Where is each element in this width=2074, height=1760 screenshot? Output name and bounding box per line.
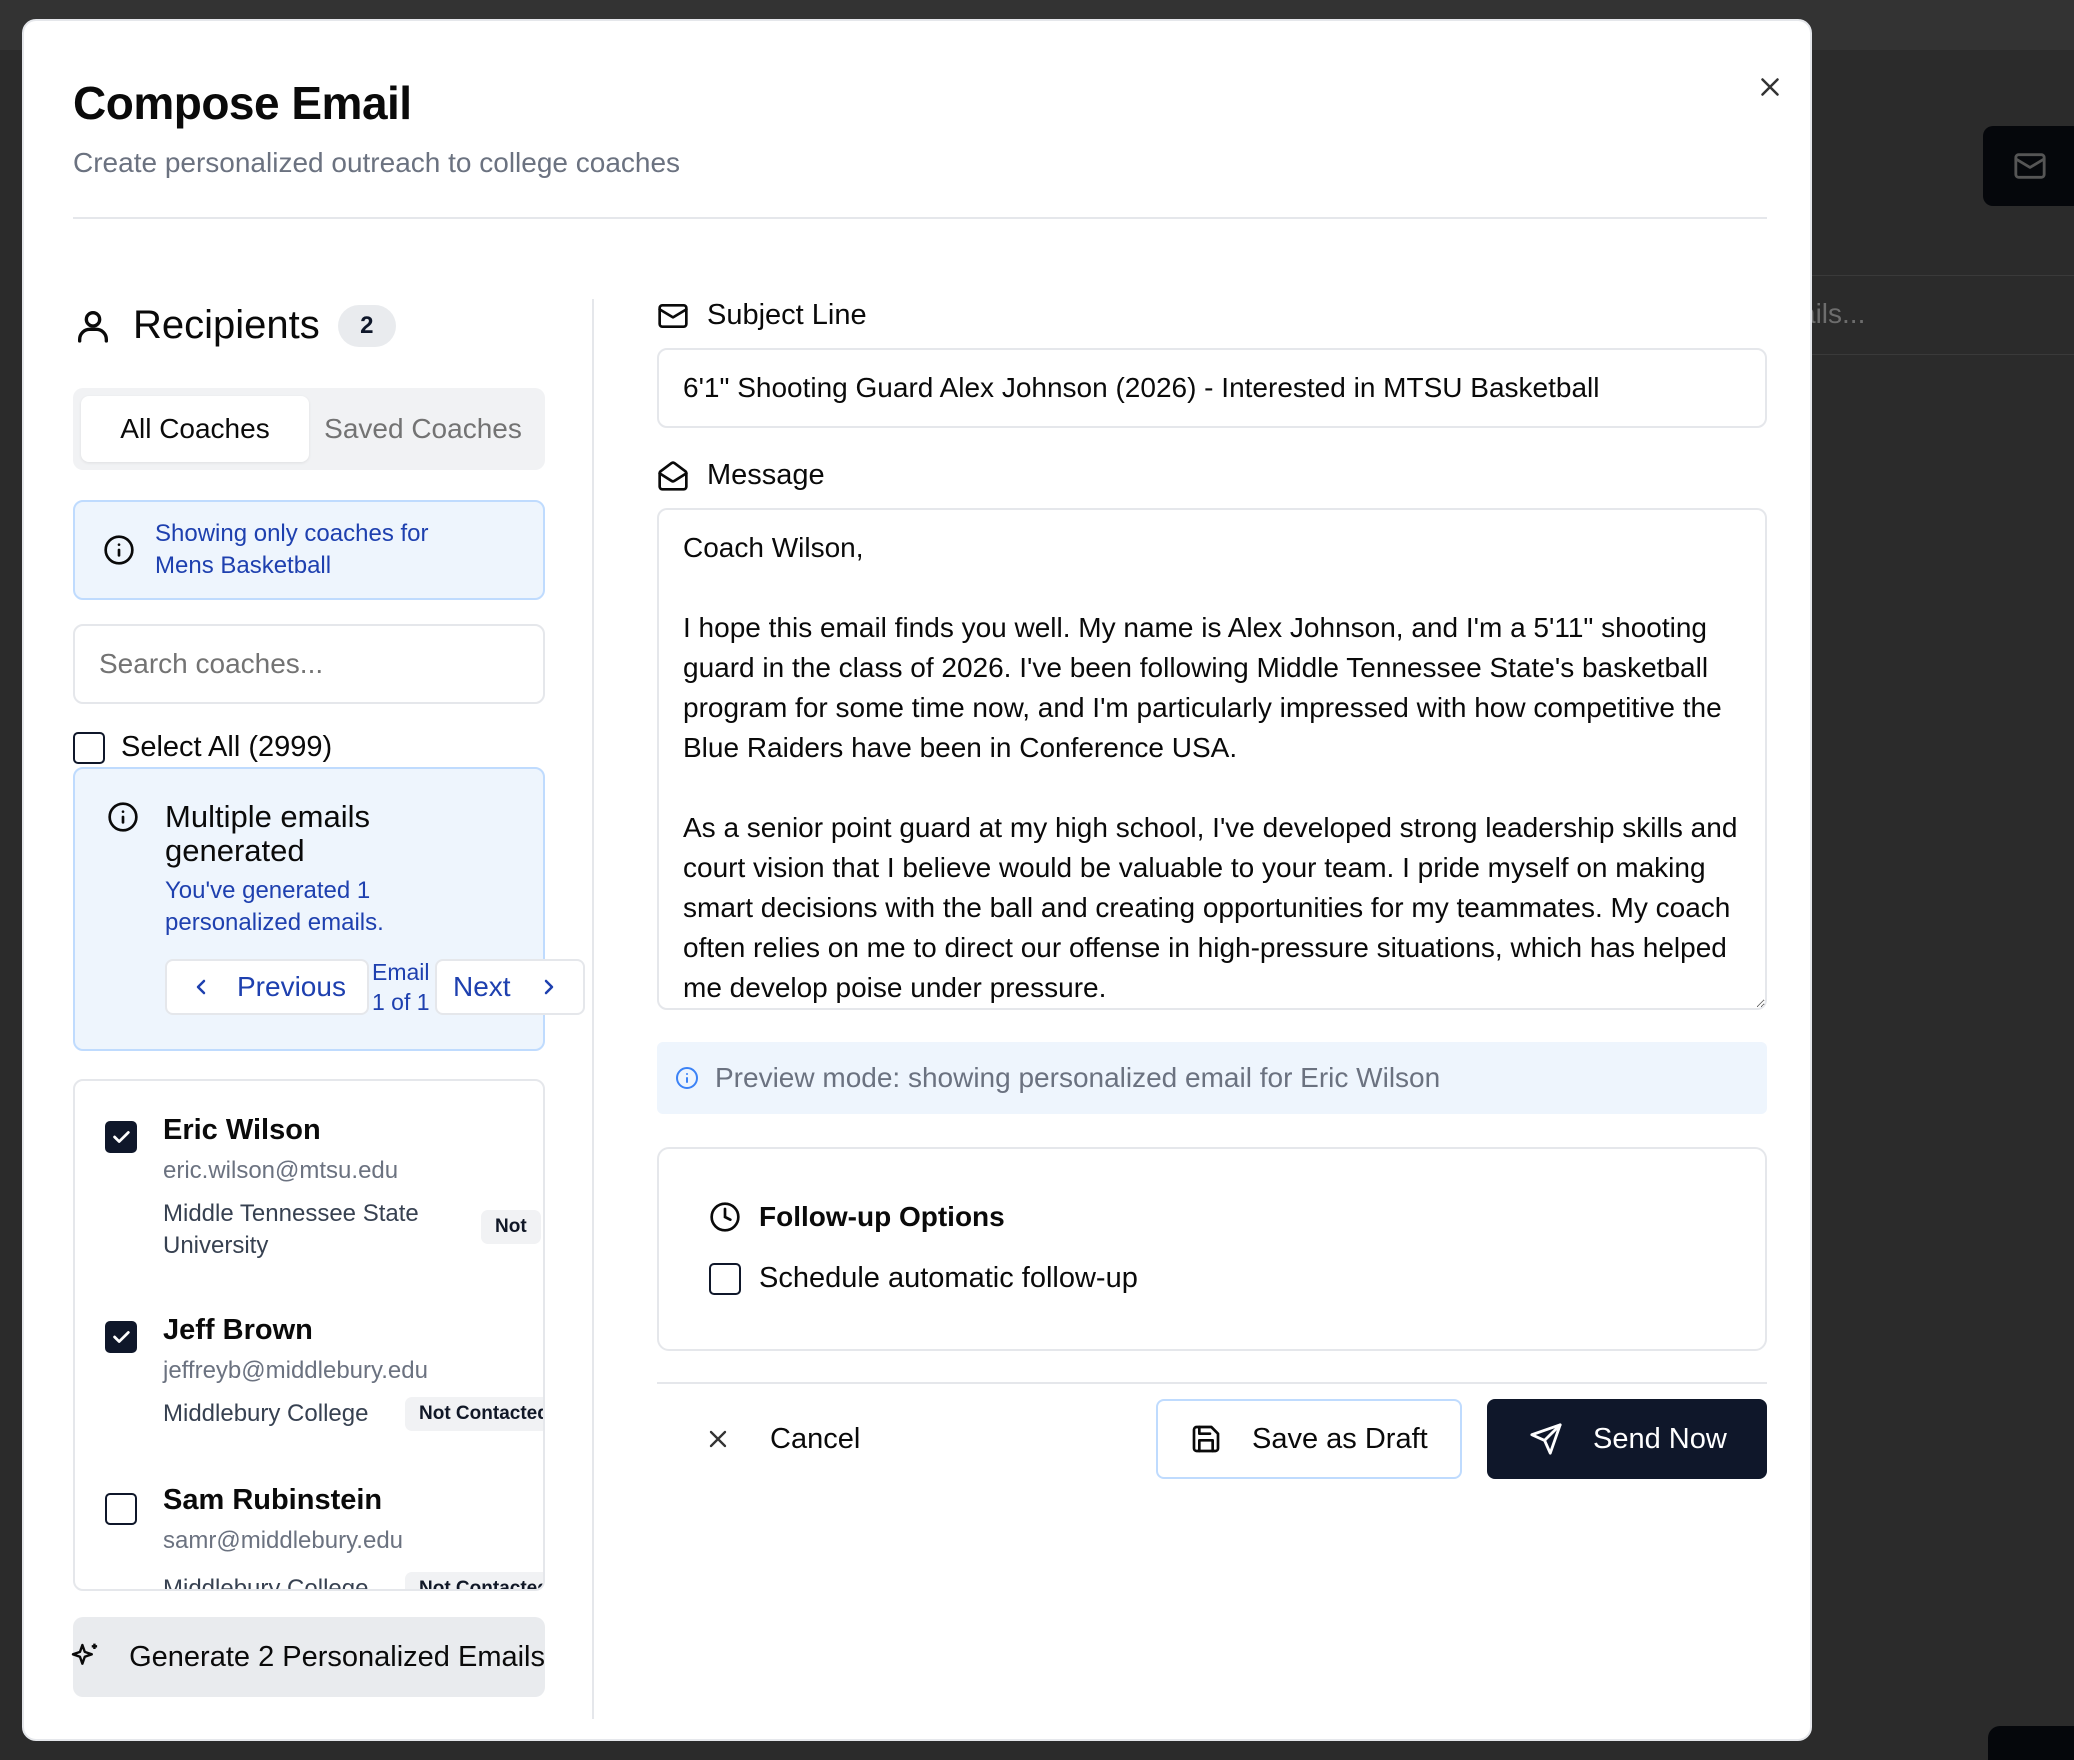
recipients-count-badge: 2	[337, 304, 396, 347]
header-divider	[73, 217, 1767, 219]
mail-icon	[658, 303, 688, 328]
chevron-left-icon	[196, 979, 206, 995]
sparkles-icon	[71, 1643, 98, 1665]
generate-emails-button[interactable]: Generate 2 Personalized Emails	[71, 1617, 545, 1697]
save-as-draft-button[interactable]: Save as Draft	[1156, 1399, 1462, 1479]
user-icon	[78, 310, 109, 343]
save-icon	[1192, 1425, 1220, 1453]
schedule-follow-up-label: Schedule automatic follow-up	[759, 1262, 1138, 1294]
coach-email: samr@middlebury.edu	[163, 1527, 404, 1554]
close-button[interactable]	[1752, 69, 1788, 105]
recipients-header: Recipients 2	[73, 303, 396, 348]
email-pager: Previous Email 1 of 1 Next	[165, 957, 585, 1017]
background-mail-button	[1983, 126, 2074, 206]
coach-email: eric.wilson@mtsu.edu	[163, 1157, 399, 1184]
chevron-right-icon	[544, 979, 553, 995]
multiple-emails-description: You've generated 1 personalized emails.	[165, 877, 384, 936]
message-textarea[interactable]	[657, 508, 1767, 1010]
follow-up-title: Follow-up Options	[759, 1201, 1005, 1232]
sport-filter-text: Showing only coaches for Mens Basketball	[155, 520, 429, 579]
schedule-follow-up-checkbox[interactable]	[709, 1262, 741, 1295]
select-all-checkbox[interactable]	[73, 731, 105, 764]
generate-emails-label: Generate 2 Personalized Emails	[129, 1640, 545, 1673]
follow-up-header: Follow-up Options	[709, 1201, 1005, 1233]
subject-input[interactable]	[657, 348, 1767, 428]
subject-line-label: Subject Line	[707, 299, 867, 331]
coach-school: Middle Tennessee State University	[163, 1200, 419, 1259]
coach-list: Eric Wilson eric.wilson@mtsu.edu Middle …	[73, 1079, 545, 1591]
follow-up-options-card: Follow-up Options Schedule automatic fol…	[657, 1147, 1767, 1351]
status-badge: Not	[481, 1210, 541, 1244]
coach-checkbox[interactable]	[105, 1121, 137, 1153]
info-icon	[676, 1067, 698, 1089]
coach-email: jeffreyb@middlebury.edu	[163, 1357, 428, 1384]
close-icon	[709, 1430, 727, 1448]
list-item[interactable]: Sam Rubinstein samr@middlebury.edu Middl…	[75, 1451, 543, 1591]
coach-search-input[interactable]	[73, 624, 545, 704]
schedule-follow-up-row[interactable]: Schedule automatic follow-up	[709, 1262, 1138, 1295]
tab-all-coaches[interactable]: All Coaches	[81, 396, 309, 462]
list-item[interactable]: Eric Wilson eric.wilson@mtsu.edu Middle …	[75, 1081, 543, 1281]
select-all-row[interactable]: Select All (2999)	[73, 731, 332, 764]
close-icon	[1761, 78, 1779, 96]
compose-email-modal: Compose Email Create personalized outrea…	[22, 19, 1812, 1741]
message-label-row: Message	[657, 459, 825, 492]
multiple-emails-title: Multiple emails generated	[165, 799, 371, 868]
next-email-button[interactable]: Next	[435, 959, 585, 1015]
mail-open-icon	[658, 460, 688, 491]
previous-email-button[interactable]: Previous	[165, 959, 369, 1015]
send-now-button[interactable]: Send Now	[1487, 1399, 1767, 1479]
check-icon	[113, 1331, 130, 1343]
check-icon	[113, 1131, 130, 1143]
preview-mode-text: Preview mode: showing personalized email…	[715, 1062, 1441, 1093]
coach-name: Sam Rubinstein	[163, 1484, 383, 1516]
email-counter: Email 1 of 1	[372, 959, 430, 1015]
send-icon	[1530, 1423, 1562, 1455]
cancel-label: Cancel	[770, 1422, 861, 1455]
select-all-label: Select All (2999)	[121, 731, 333, 763]
multiple-emails-notice: Multiple emails generated You've generat…	[73, 767, 585, 1051]
info-icon	[108, 802, 138, 832]
modal-title: Compose Email	[73, 77, 412, 129]
status-badge: Not Contacted	[405, 1397, 543, 1431]
tab-saved-coaches[interactable]: Saved Coaches	[309, 396, 537, 462]
recipients-label: Recipients	[133, 303, 320, 347]
coach-school: Middlebury College	[163, 1400, 369, 1427]
coach-name: Jeff Brown	[163, 1314, 313, 1346]
list-item[interactable]: Jeff Brown jeffreyb@middlebury.edu Middl…	[75, 1281, 543, 1451]
info-icon	[104, 535, 134, 565]
sport-filter-notice: Showing only coaches for Mens Basketball	[73, 500, 545, 600]
coach-school: Middlebury College	[163, 1575, 369, 1591]
coach-checkbox[interactable]	[105, 1321, 137, 1353]
modal-subtitle: Create personalized outreach to college …	[73, 147, 681, 178]
status-badge: Not Contacted	[405, 1572, 543, 1589]
coach-name: Eric Wilson	[163, 1114, 321, 1146]
coach-checkbox[interactable]	[105, 1493, 137, 1525]
cancel-button[interactable]: Cancel	[704, 1399, 860, 1479]
message-label: Message	[707, 459, 825, 491]
next-label: Next	[453, 971, 511, 1002]
subject-line-label-row: Subject Line	[657, 299, 867, 332]
send-now-label: Send Now	[1593, 1422, 1727, 1455]
previous-label: Previous	[237, 971, 346, 1002]
mail-icon	[2014, 153, 2046, 179]
recipient-tabs: All Coaches Saved Coaches	[73, 388, 545, 470]
column-divider	[592, 299, 594, 1719]
background-corner-button	[1988, 1726, 2074, 1760]
footer-divider	[657, 1382, 1767, 1384]
save-as-draft-label: Save as Draft	[1252, 1422, 1428, 1455]
clock-icon	[710, 1202, 740, 1232]
info-icon-wrap	[107, 801, 139, 838]
preview-mode-notice: Preview mode: showing personalized email…	[657, 1042, 1767, 1114]
